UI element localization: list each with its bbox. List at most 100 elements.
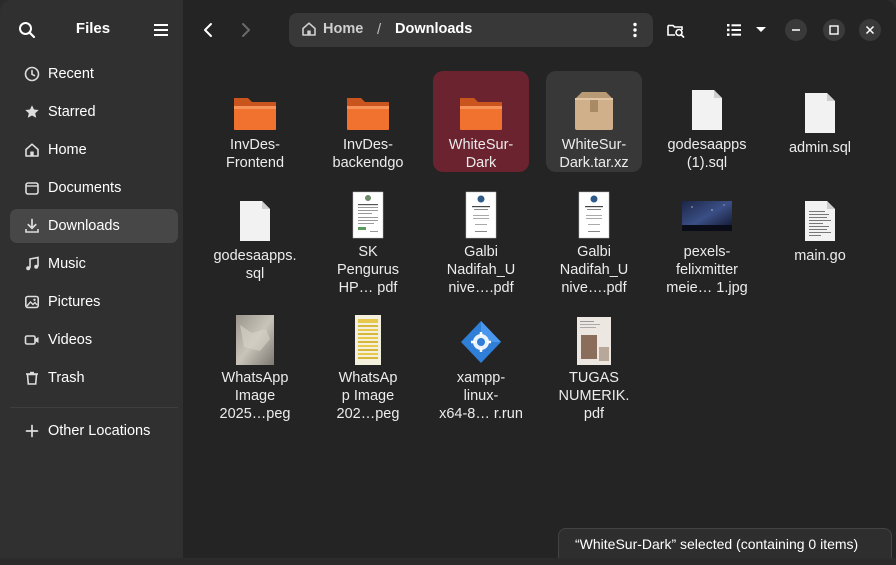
file-item[interactable]: SK Pengurus HP… pdf	[320, 179, 416, 297]
file-item[interactable]: WhiteSur- Dark.tar.xz	[546, 71, 642, 172]
file-name: WhiteSur- Dark	[448, 137, 514, 171]
path-menu-button[interactable]	[625, 20, 645, 40]
breadcrumb-home[interactable]: Home	[301, 21, 363, 37]
file-name: WhatsApp Image 2025…peg	[219, 370, 291, 422]
sidebar-item-downloads[interactable]: Downloads	[10, 209, 178, 243]
sidebar-item-label: Videos	[48, 332, 93, 348]
sidebar-item-home[interactable]: Home	[10, 133, 178, 167]
file-item[interactable]: godesaapps (1).sql	[659, 71, 755, 172]
home-icon	[302, 22, 316, 36]
file-name: godesaapps (1).sql	[667, 137, 747, 171]
main-pane: Home / Downloads InvDes- Frontend InvDes…	[183, 0, 896, 558]
file-name: InvDes- backendgo	[332, 137, 404, 171]
sidebar-header: Files	[0, 0, 183, 60]
list-view-icon	[727, 24, 741, 36]
sidebar-item-trash[interactable]: Trash	[10, 361, 178, 395]
star-icon	[22, 102, 42, 122]
places-list: Recent Starred Home Documents Downloads …	[10, 57, 178, 399]
path-bar[interactable]: Home / Downloads	[289, 13, 653, 47]
breadcrumb-current[interactable]: Downloads	[395, 21, 472, 37]
folder-icon	[433, 71, 529, 132]
pdf-document-thumbnail	[546, 179, 642, 239]
chevron-left-icon	[204, 23, 212, 37]
sidebar-item-music[interactable]: Music	[10, 247, 178, 281]
file-item[interactable]: godesaapps. sql	[207, 179, 303, 297]
sidebar-item-recent[interactable]: Recent	[10, 57, 178, 91]
sidebar-item-label: Pictures	[48, 294, 101, 310]
hamburger-menu-icon	[154, 24, 168, 36]
trash-icon	[22, 368, 42, 388]
sidebar-item-label: Downloads	[48, 218, 120, 234]
file-item[interactable]: TUGAS NUMERIK. pdf	[546, 305, 642, 423]
pdf-document-thumbnail	[433, 179, 529, 239]
close-icon	[865, 25, 875, 35]
document-icon	[22, 178, 42, 198]
header-bar: Home / Downloads	[183, 0, 896, 60]
file-name: WhiteSur- Dark.tar.xz	[559, 137, 629, 171]
blank-file-icon	[207, 179, 303, 243]
sidebar-item-videos[interactable]: Videos	[10, 323, 178, 357]
sidebar-item-label: Documents	[48, 180, 122, 196]
search-location-button[interactable]	[663, 17, 689, 43]
file-name: godesaapps. sql	[213, 248, 297, 282]
close-button[interactable]	[859, 19, 881, 41]
image-thumbnail	[207, 305, 303, 365]
download-icon	[22, 216, 42, 236]
chevron-down-icon	[756, 27, 766, 32]
app-title: Files	[75, 20, 111, 37]
pictures-icon	[22, 292, 42, 312]
status-bar: “WhiteSur-Dark” selected (containing 0 i…	[558, 528, 892, 558]
image-thumbnail	[320, 305, 416, 365]
file-name: InvDes- Frontend	[225, 137, 285, 171]
file-name: main.go	[794, 248, 846, 264]
pdf-document-thumbnail	[320, 179, 416, 239]
file-name: SK Pengurus HP… pdf	[336, 244, 400, 296]
view-options-button[interactable]	[751, 17, 771, 43]
folder-icon	[320, 71, 416, 132]
text-file-icon	[772, 179, 868, 243]
sidebar-item-starred[interactable]: Starred	[10, 95, 178, 129]
sidebar-item-label: Home	[48, 142, 87, 158]
file-name: Galbi Nadifah_U nive….pdf	[559, 244, 629, 296]
blank-file-icon	[659, 71, 755, 132]
folder-icon	[207, 71, 303, 132]
list-view-button[interactable]	[721, 17, 747, 43]
sidebar-item-label: Starred	[48, 104, 96, 120]
pdf-scan-thumbnail	[546, 305, 642, 365]
plus-icon	[22, 421, 42, 441]
blank-file-icon	[772, 71, 868, 135]
file-item[interactable]: Galbi Nadifah_U nive….pdf	[433, 179, 529, 297]
file-name: xampp- linux- x64-8… r.run	[439, 370, 523, 422]
file-name: Galbi Nadifah_U nive….pdf	[446, 244, 516, 296]
file-item-selected[interactable]: WhiteSur- Dark	[433, 71, 529, 172]
file-item[interactable]: InvDes- Frontend	[207, 71, 303, 172]
folder-search-icon	[667, 24, 685, 38]
file-item[interactable]: main.go	[772, 179, 868, 297]
forward-button[interactable]	[233, 17, 259, 43]
file-item[interactable]: pexels- felixmitter meie… 1.jpg	[659, 179, 755, 297]
minimize-icon	[792, 29, 800, 31]
music-icon	[22, 254, 42, 274]
breadcrumb-separator: /	[377, 21, 382, 38]
minimize-button[interactable]	[785, 19, 807, 41]
maximize-button[interactable]	[823, 19, 845, 41]
file-item[interactable]: WhatsApp Image 2025…peg	[207, 305, 303, 423]
sidebar-item-documents[interactable]: Documents	[10, 171, 178, 205]
file-item[interactable]: WhatsAp p Image 202…peg	[320, 305, 416, 423]
file-name: pexels- felixmitter meie… 1.jpg	[666, 244, 748, 296]
file-item[interactable]: InvDes- backendgo	[320, 71, 416, 172]
sidebar-item-label: Music	[48, 256, 86, 272]
archive-icon	[546, 71, 642, 132]
file-item[interactable]: Galbi Nadifah_U nive….pdf	[546, 179, 642, 297]
search-button[interactable]	[14, 17, 40, 43]
back-button[interactable]	[195, 17, 221, 43]
main-menu-button[interactable]	[148, 17, 174, 43]
breadcrumb-home-label: Home	[323, 21, 364, 37]
file-name: WhatsAp p Image 202…peg	[336, 370, 400, 422]
sidebar-item-other-locations[interactable]: Other Locations	[10, 414, 178, 448]
sidebar-item-pictures[interactable]: Pictures	[10, 285, 178, 319]
file-item[interactable]: xampp- linux- x64-8… r.run	[433, 305, 529, 423]
file-item[interactable]: admin.sql	[772, 71, 868, 172]
sidebar-item-label: Other Locations	[48, 423, 151, 439]
sidebar: Files Recent Starred Home Documents Down…	[0, 0, 183, 558]
